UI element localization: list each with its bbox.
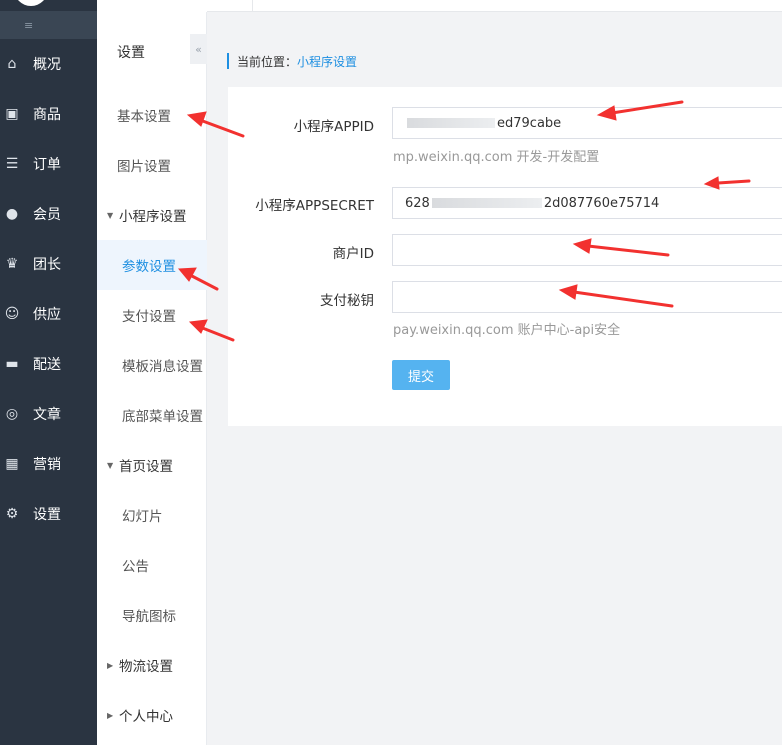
appsecret-label: 小程序APPSECRET [255, 198, 374, 214]
submenu-group-miniprogram[interactable]: ▼ 小程序设置 [97, 190, 207, 240]
nav-item-articles[interactable]: ◎ 文章 [0, 389, 97, 439]
submenu-toggle-button[interactable]: « [190, 34, 207, 64]
submenu-group-personal[interactable]: ▶ 个人中心 [97, 690, 207, 740]
nav-item-supply[interactable]: ☺ 供应 [0, 289, 97, 339]
submenu-item-basic[interactable]: 基本设置 [97, 90, 207, 140]
submenu-item-slides[interactable]: 幻灯片 [97, 490, 207, 540]
logo [14, 0, 48, 6]
submenu-item-template-message[interactable]: 模板消息设置 [97, 340, 207, 390]
submenu-group-label: 小程序设置 [119, 209, 187, 225]
pay-help-text: pay.weixin.qq.com 账户中心-api安全 [393, 323, 621, 338]
nav-item-delivery[interactable]: ▬ 配送 [0, 339, 97, 389]
settings-submenu: 设置 « 基本设置 图片设置 ▼ 小程序设置 参数设置 支付设置 模板消息设置 … [97, 0, 207, 745]
nav-item-overview[interactable]: ⌂ 概况 [0, 39, 97, 89]
nav-item-products[interactable]: ▣ 商品 [0, 89, 97, 139]
caret-right-icon: ▶ [107, 660, 114, 670]
compass-icon: ◎ [5, 406, 19, 422]
merchant-id-label: 商户ID [332, 246, 374, 262]
breadcrumb-prefix: 当前位置： [237, 54, 298, 69]
redacted-text [407, 118, 495, 128]
pay-key-label: 支付秘钥 [320, 293, 374, 309]
menu-collapse-icon: ≡ [24, 18, 34, 32]
main-nav: ≡ ⌂ 概况 ▣ 商品 ☰ 订单 ● 会员 ♛ 团长 ☺ 供应 ▬ 配送 ◎ 文… [0, 0, 97, 745]
double-chevron-left-icon: « [195, 42, 202, 56]
submenu-item-params[interactable]: 参数设置 [97, 240, 207, 290]
nav-item-label: 订单 [33, 157, 61, 173]
users-icon: ● [5, 206, 19, 222]
nav-item-label: 营销 [33, 457, 61, 473]
submenu-group-label: 物流设置 [119, 659, 173, 675]
nav-item-settings[interactable]: ⚙ 设置 [0, 489, 97, 539]
submenu-group-home[interactable]: ▼ 首页设置 [97, 440, 207, 490]
truck-icon: ▬ [5, 356, 19, 372]
nav-item-label: 商品 [33, 107, 61, 123]
nav-item-label: 概况 [33, 57, 61, 73]
appid-value: ed79cabe [497, 115, 562, 131]
submenu-item-bottom-menu[interactable]: 底部菜单设置 [97, 390, 207, 440]
submenu-top-strip [97, 0, 207, 12]
nav-collapse-button[interactable]: ≡ [0, 11, 97, 39]
submenu-item-image[interactable]: 图片设置 [97, 140, 207, 190]
home-icon: ⌂ [7, 56, 17, 72]
nav-item-label: 文章 [33, 407, 61, 423]
nav-item-label: 设置 [33, 507, 61, 523]
top-bar-divider [252, 0, 253, 12]
caret-down-icon: ▼ [107, 460, 114, 470]
pay-key-input[interactable] [392, 281, 782, 313]
nav-item-leaders[interactable]: ♛ 团长 [0, 239, 97, 289]
nav-item-members[interactable]: ● 会员 [0, 189, 97, 239]
merchant-id-input[interactable] [392, 234, 782, 266]
appid-label: 小程序APPID [293, 119, 374, 135]
gift-icon: ▦ [5, 456, 19, 472]
nav-item-marketing[interactable]: ▦ 营销 [0, 439, 97, 489]
submenu-title: 设置 [117, 45, 145, 61]
appsecret-value-start: 628 [405, 195, 430, 211]
breadcrumb-current[interactable]: 小程序设置 [297, 53, 357, 70]
caret-right-icon: ▶ [107, 710, 114, 720]
redacted-text [431, 198, 542, 208]
submenu-group-label: 首页设置 [119, 459, 173, 475]
breadcrumb: 当前位置： 小程序设置 [227, 53, 357, 69]
nav-item-orders[interactable]: ☰ 订单 [0, 139, 97, 189]
nav-item-label: 配送 [33, 357, 61, 373]
miniprogram-settings-form: 小程序APPID ed79cabe mp.weixin.qq.com 开发-开发… [228, 87, 782, 426]
submenu-item-notice[interactable]: 公告 [97, 540, 207, 590]
supplier-icon: ☺ [4, 306, 20, 322]
appsecret-value-end: 2d087760e75714 [543, 195, 660, 211]
document-icon: ☰ [5, 156, 19, 172]
submenu-item-nav-icons[interactable]: 导航图标 [97, 590, 207, 640]
appid-input[interactable]: ed79cabe [392, 107, 782, 139]
caret-down-icon: ▼ [107, 210, 114, 220]
crown-icon: ♛ [5, 256, 19, 272]
appsecret-input[interactable]: 628 2d087760e75714 [392, 187, 782, 219]
gear-icon: ⚙ [5, 506, 19, 522]
nav-item-label: 供应 [33, 307, 61, 323]
nav-item-label: 会员 [33, 207, 61, 223]
submenu-item-payment[interactable]: 支付设置 [97, 290, 207, 340]
appid-help-text: mp.weixin.qq.com 开发-开发配置 [393, 150, 600, 165]
submit-button[interactable]: 提交 [392, 360, 450, 390]
nav-item-label: 团长 [33, 257, 61, 273]
submenu-group-label: 个人中心 [119, 709, 173, 725]
bag-icon: ▣ [5, 106, 19, 122]
submenu-group-logistics[interactable]: ▶ 物流设置 [97, 640, 207, 690]
